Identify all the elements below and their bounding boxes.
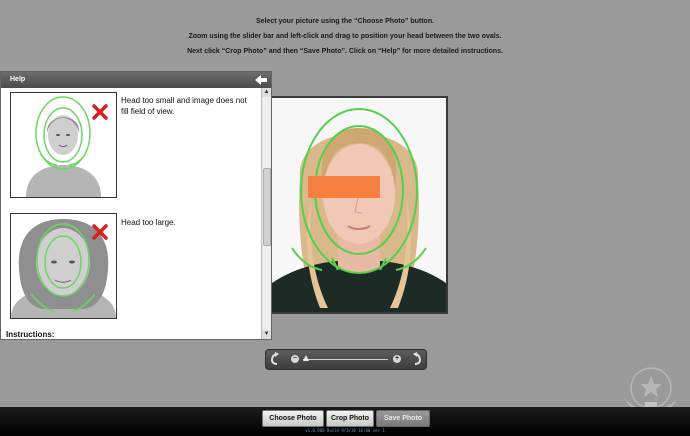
help-title: Help [10,76,26,83]
red-x-icon [92,104,108,120]
eye-redaction-bar [308,176,380,198]
photo-crop-frame[interactable] [270,96,448,314]
instruction-line-3: Next click “Crop Photo” and then “Save P… [187,48,503,55]
scroll-thumb[interactable] [263,168,271,246]
bottom-toolbar: Choose Photo Crop Photo Save Photo v1.0.… [0,407,690,436]
zoom-control-bar: − + [265,349,427,370]
zoom-out-icon[interactable]: − [291,355,299,363]
zoom-in-icon[interactable]: + [393,355,401,363]
instructions-text: Select your picture using the “Choose Ph… [0,14,690,59]
crop-photo-button[interactable]: Crop Photo [326,410,374,427]
rotate-right-icon[interactable] [409,352,423,366]
zoom-slider-track[interactable] [303,359,388,360]
example-2-text: Head too large. [121,218,176,227]
close-help-arrow-icon[interactable] [254,74,268,86]
save-photo-button[interactable]: Save Photo [376,410,430,427]
instruction-line-2: Zoom using the slider bar and left-click… [188,33,502,40]
help-scrollbar[interactable]: ▲ ▼ [261,88,271,339]
scroll-up-arrow-icon[interactable]: ▲ [262,88,271,97]
rotate-left-icon[interactable] [269,352,283,366]
choose-photo-button[interactable]: Choose Photo [262,410,324,427]
instructions-heading: Instructions: [6,330,55,339]
help-content: Head too small and image does not fill f… [1,88,263,339]
help-header: Help [1,72,271,88]
scroll-down-arrow-icon[interactable]: ▼ [262,330,271,339]
instruction-line-1: Select your picture using the “Choose Ph… [255,18,435,25]
portrait-image [272,98,446,312]
version-text: v1.0.900 Build 9/3/10 16:00 ver 1 [305,428,385,433]
uploaded-photo[interactable] [272,98,446,312]
example-1-text: Head too small and image does not fill f… [121,96,247,116]
red-x-icon [92,224,108,240]
zoom-slider-thumb[interactable] [303,355,309,361]
help-panel: Help Head too small and image does not f… [0,71,272,340]
